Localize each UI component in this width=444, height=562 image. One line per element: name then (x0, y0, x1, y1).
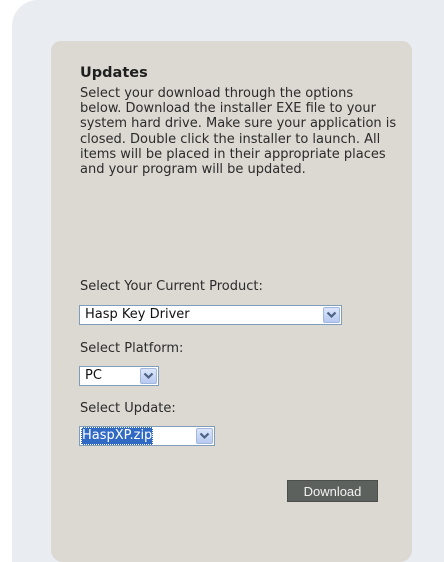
update-select[interactable]: HaspXP.zip (79, 426, 215, 446)
update-label: Select Update: (80, 401, 176, 416)
chevron-down-icon[interactable] (140, 368, 157, 384)
updates-panel: Updates Select your download through the… (51, 41, 412, 562)
platform-label: Select Platform: (80, 341, 184, 356)
platform-select[interactable]: PC (79, 366, 159, 386)
product-select-value: Hasp Key Driver (85, 307, 190, 322)
chevron-down-icon[interactable] (323, 307, 340, 323)
download-button[interactable]: Download (287, 480, 378, 502)
updates-title: Updates (80, 65, 148, 81)
update-select-value: HaspXP.zip (81, 427, 154, 445)
product-select[interactable]: Hasp Key Driver (79, 305, 342, 325)
chevron-down-icon[interactable] (196, 428, 213, 444)
product-label: Select Your Current Product: (80, 279, 263, 294)
updates-description: Select your download through the options… (80, 86, 397, 178)
platform-select-value: PC (85, 368, 102, 383)
